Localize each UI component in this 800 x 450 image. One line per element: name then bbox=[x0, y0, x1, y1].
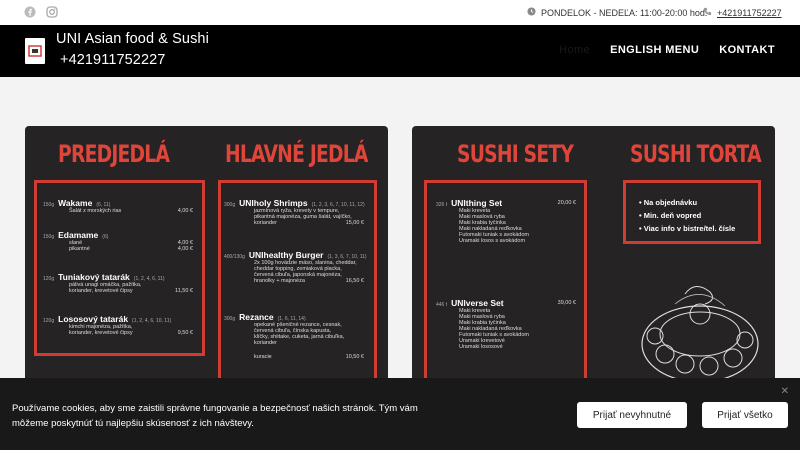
social-links bbox=[24, 6, 58, 18]
nav-contact[interactable]: KONTAKT bbox=[719, 44, 775, 56]
brand[interactable]: UNI Asian food & Sushi +421911752227 bbox=[56, 29, 209, 71]
cake-info-item: • Viac info v bistre/tel. čísle bbox=[639, 224, 736, 233]
cookie-text: Používame cookies, aby sme zaistili sprá… bbox=[12, 403, 418, 429]
menu-title-sushi-cake: SUSHI TORTA bbox=[630, 140, 762, 168]
top-bar: PONDELOK - NEDEĽA: 11:00-20:00 hod. +421… bbox=[0, 0, 800, 25]
menu-title-sushi-sets: SUSHI SETY bbox=[457, 140, 574, 168]
instagram-icon[interactable] bbox=[46, 6, 58, 18]
phone-icon bbox=[703, 7, 712, 18]
phone-link[interactable]: +421911752227 bbox=[717, 8, 782, 18]
menu-item: 150g Edamame (6) slané 4,00 € pikantné 4,00 … bbox=[43, 230, 193, 252]
menu-title-starters: PREDJEDLÁ bbox=[58, 140, 170, 168]
cookie-banner: ✕ Používame cookies, aby sme zaistili sp… bbox=[0, 378, 800, 450]
accept-all-button[interactable]: Prijať všetko bbox=[702, 402, 788, 428]
cake-info-item: • Na objednávku bbox=[639, 198, 698, 207]
menu-image-starters-mains[interactable]: PREDJEDLÁ HLAVNÉ JEDLÁ 150g Wakame (6, 11)… bbox=[25, 126, 388, 386]
menu-item: 326 t UNIthing Set 20,00 € Maki kreveta Ma… bbox=[436, 198, 576, 244]
menu-item: 150g Wakame (6, 11) Šalát z morských rias 4… bbox=[43, 198, 193, 214]
brand-name: UNI Asian food & Sushi bbox=[56, 31, 209, 47]
menu-title-mains: HLAVNÉ JEDLÁ bbox=[225, 140, 368, 168]
facebook-icon[interactable] bbox=[24, 6, 36, 18]
menu-item: 400/130g UNIhealthy Burger (1, 3, 6, 7, 10… bbox=[224, 250, 367, 284]
accept-necessary-button[interactable]: Prijať nevyhnutné bbox=[577, 402, 687, 428]
clock-icon bbox=[527, 7, 536, 18]
menu-item: 300g Rezance (1, 6, 11, 14) opekané pšenič… bbox=[224, 312, 364, 360]
site-header: UNI Asian food & Sushi +421911752227 Hom… bbox=[0, 25, 800, 77]
menu-item: 446 t UNIverse Set 39,00 € Maki kreveta Ma… bbox=[436, 298, 576, 350]
nav-english-menu[interactable]: ENGLISH MENU bbox=[610, 44, 699, 56]
menu-item: 300g UNIholy Shrimps (1, 2, 3, 6, 7, 10, 1… bbox=[224, 198, 365, 226]
close-icon[interactable]: ✕ bbox=[781, 386, 789, 397]
top-phone[interactable]: +421911752227 bbox=[703, 7, 782, 18]
opening-hours: PONDELOK - NEDEĽA: 11:00-20:00 hod. bbox=[527, 7, 707, 18]
brand-phone: +421911752227 bbox=[60, 52, 166, 68]
cake-info-item: • Min. deň vopred bbox=[639, 211, 702, 220]
nav-home[interactable]: Home bbox=[559, 44, 590, 56]
main-nav: Home ENGLISH MENU KONTAKT bbox=[559, 44, 775, 56]
hours-text: PONDELOK - NEDEĽA: 11:00-20:00 hod. bbox=[541, 7, 708, 18]
sushi-cake-illustration bbox=[641, 286, 759, 383]
menu-item: 120g Tuniakový tatarák (1, 2, 4, 6, 11) pá… bbox=[43, 272, 193, 294]
menu-image-sushi[interactable]: SUSHI SETY SUSHI TORTA 326 t UNIthing Set… bbox=[412, 126, 775, 386]
site-logo[interactable] bbox=[25, 38, 45, 64]
menu-item: 120g Lososový tatarák (1, 2, 4, 6, 10, 11)… bbox=[43, 314, 193, 336]
